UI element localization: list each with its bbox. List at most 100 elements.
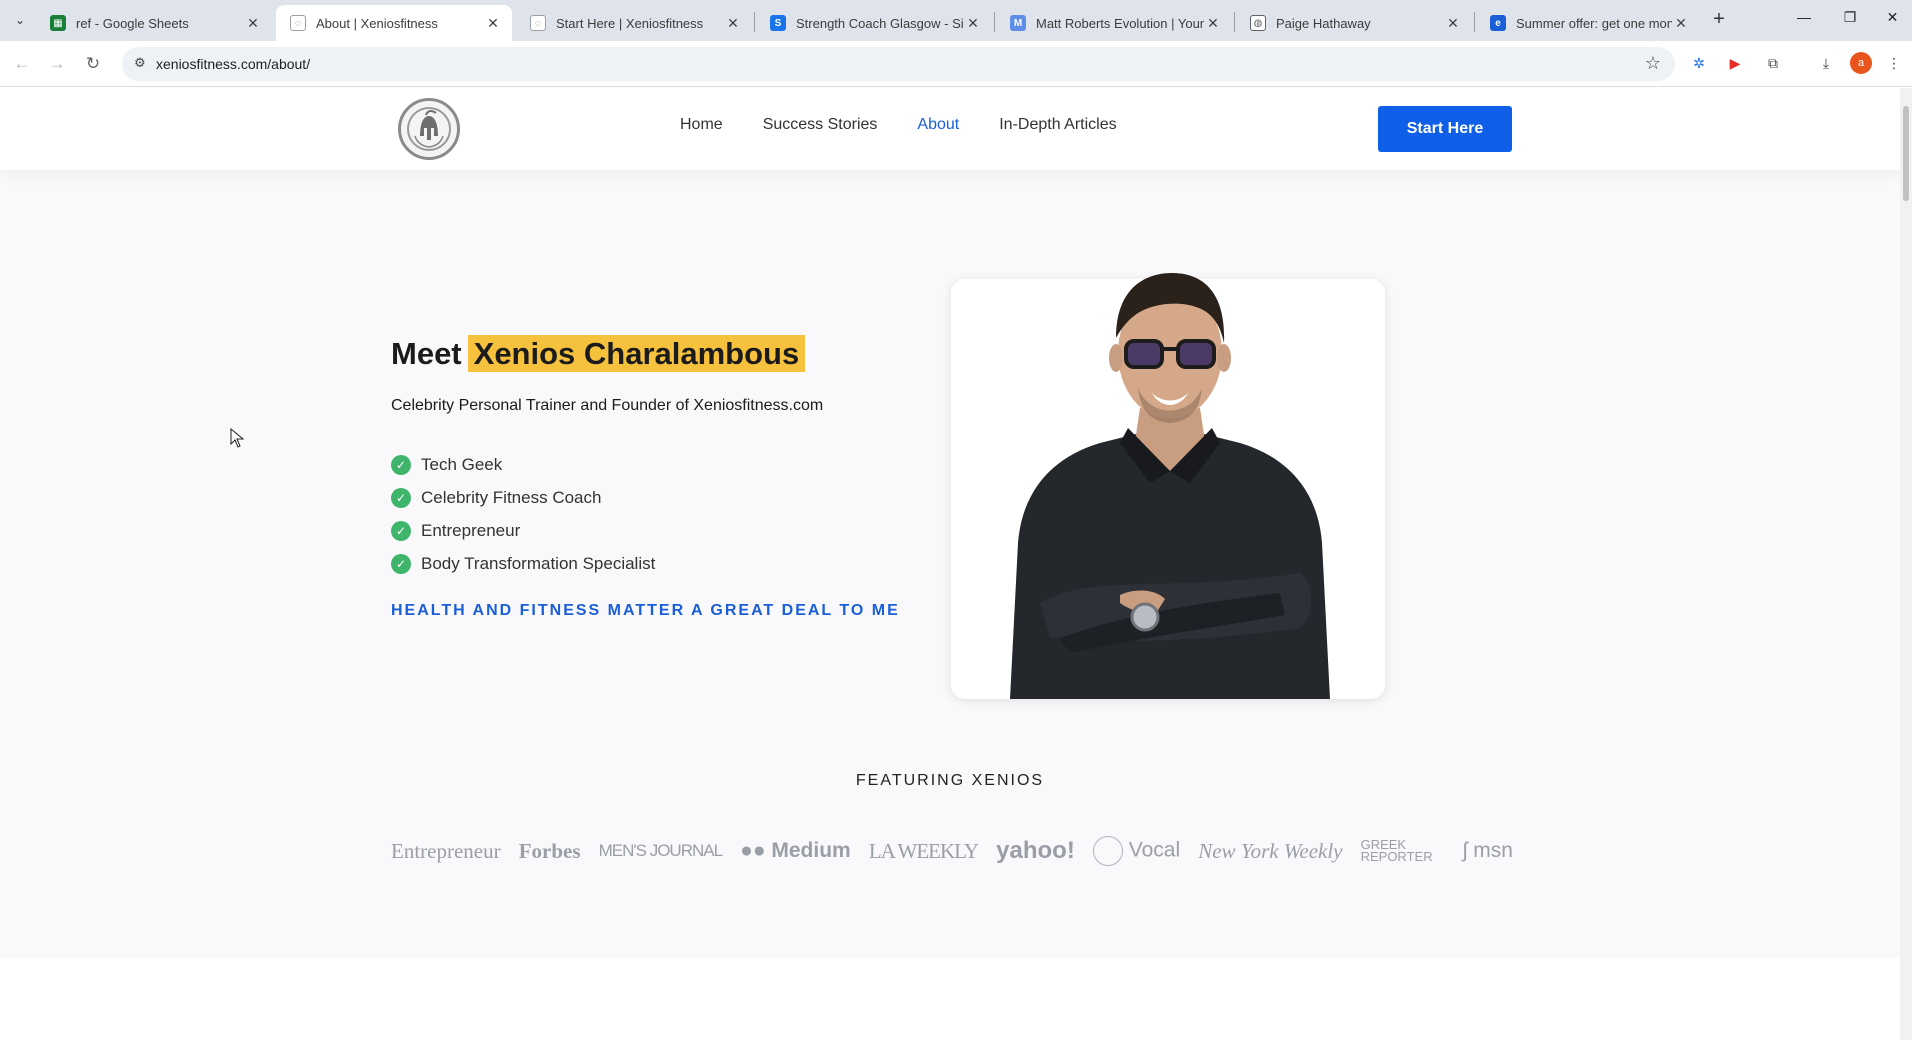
checkmark-icon: ✓ xyxy=(391,520,411,541)
tab-about-xeniosfitness[interactable]: ◌ About | Xeniosfitness ✕ xyxy=(276,5,512,41)
logo-medium: ●● Medium xyxy=(740,839,851,862)
close-icon[interactable]: ✕ xyxy=(964,15,982,32)
mouse-cursor-icon xyxy=(230,428,244,448)
tab-separator xyxy=(754,12,755,32)
plus-icon: + xyxy=(1713,8,1725,30)
checkmark-icon: ✓ xyxy=(391,454,411,475)
chevron-down-icon: ⌄ xyxy=(14,13,26,27)
hero-bullet-list: ✓ Tech Geek ✓ Celebrity Fitness Coach ✓ Ent… xyxy=(391,448,655,580)
list-item: ✓ Body Transformation Specialist xyxy=(391,547,655,580)
page-scrollbar[interactable] xyxy=(1900,88,1912,1040)
logo-mens-journal: MEN'S JOURNAL xyxy=(598,841,723,860)
site-header: Home Success Stories About In-Depth Arti… xyxy=(0,88,1900,170)
tab-summer-offer[interactable]: e Summer offer: get one month f ✕ xyxy=(1476,5,1700,41)
nav-link-home[interactable]: Home xyxy=(680,116,723,134)
site-logo[interactable] xyxy=(398,98,460,160)
back-button[interactable]: ← xyxy=(8,50,36,78)
site-info-icon[interactable]: ⚙ xyxy=(134,55,146,71)
arrow-left-icon: ← xyxy=(13,54,31,73)
bookmark-star-icon[interactable]: ☆ xyxy=(1645,53,1661,74)
close-icon[interactable]: ✕ xyxy=(244,15,262,32)
download-icon[interactable]: ⤓ xyxy=(1815,52,1837,74)
tab-search-button[interactable]: ⌄ xyxy=(8,8,32,32)
tab-paige-hathaway[interactable]: ◍ Paige Hathaway ✕ xyxy=(1236,5,1472,41)
logo-yahoo: yahoo! xyxy=(996,837,1075,864)
m-logo-icon: M xyxy=(1010,15,1026,31)
hero-title: Meet Xenios Charalambous xyxy=(391,335,806,372)
forward-button[interactable]: → xyxy=(43,50,71,78)
hero-title-prefix: Meet xyxy=(391,336,462,371)
scrollbar-thumb[interactable] xyxy=(1903,106,1909,201)
msn-butterfly-icon: ʃ xyxy=(1462,839,1468,862)
bullet-label: Entrepreneur xyxy=(421,520,521,540)
logo-msn: ʃ msn xyxy=(1462,839,1513,862)
nav-link-about[interactable]: About xyxy=(917,116,959,134)
s-logo-icon: S xyxy=(770,15,786,31)
featured-logos: Entrepreneur Forbes MEN'S JOURNAL ●● Med… xyxy=(391,836,1513,866)
featuring-heading: FEATURING XENIOS xyxy=(855,772,1045,789)
list-item: ✓ Tech Geek xyxy=(391,448,655,481)
hero-tagline: HEALTH AND FITNESS MATTER A GREAT DEAL T… xyxy=(391,602,900,619)
tab-matt-roberts[interactable]: M Matt Roberts Evolution | Young ✕ xyxy=(996,5,1232,41)
logo-greek-reporter: GREEK REPORTER xyxy=(1360,837,1433,864)
logo-new-york-weekly: New York Weekly xyxy=(1198,838,1343,863)
restore-icon: ❐ xyxy=(1843,8,1857,25)
nav-link-success-stories[interactable]: Success Stories xyxy=(763,116,878,134)
logo-la-weekly: LA WEEKLY xyxy=(868,838,979,863)
profile-avatar[interactable]: a xyxy=(1850,52,1872,74)
bullet-label: Body Transformation Specialist xyxy=(421,553,656,573)
menu-kebab-icon[interactable]: ⋮ xyxy=(1887,52,1901,74)
tab-strip: ⌄ ▦ ref - Google Sheets ✕ ◌ About | Xeni… xyxy=(0,0,1912,41)
checkmark-icon: ✓ xyxy=(391,487,411,508)
minimize-icon: — xyxy=(1797,9,1811,25)
list-item: ✓ Entrepreneur xyxy=(391,514,655,547)
vocal-circle-icon xyxy=(1092,836,1123,866)
globe-icon: ◍ xyxy=(1250,15,1266,31)
start-here-button[interactable]: Start Here xyxy=(1378,106,1512,152)
browser-toolbar: ← → ↻ ⚙ xeniosfitness.com/about/ ☆ ✲ ▶ ⧉… xyxy=(0,41,1912,87)
close-icon[interactable]: ✕ xyxy=(1672,15,1690,32)
address-bar[interactable]: ⚙ xeniosfitness.com/about/ ☆ xyxy=(122,47,1675,81)
logo-vocal: Vocal xyxy=(1092,836,1180,866)
close-icon[interactable]: ✕ xyxy=(1204,15,1222,32)
minimize-button[interactable]: — xyxy=(1781,0,1827,34)
bullet-label: Celebrity Fitness Coach xyxy=(421,487,602,507)
spartan-helmet-icon xyxy=(407,107,451,151)
hero-title-name: Xenios Charalambous xyxy=(467,335,806,372)
tab-separator xyxy=(1474,12,1475,32)
tab-strength-coach-glasgow[interactable]: S Strength Coach Glasgow - Simp ✕ xyxy=(756,5,992,41)
site-icon: ◌ xyxy=(530,15,546,31)
hero-subtitle: Celebrity Personal Trainer and Founder o… xyxy=(391,397,824,414)
reload-icon: ↻ xyxy=(85,54,101,73)
new-tab-button[interactable]: + xyxy=(1705,8,1733,32)
close-icon: ✕ xyxy=(1886,8,1899,25)
arrow-right-icon: → xyxy=(48,54,66,73)
extensions-puzzle-icon[interactable]: ⧉ xyxy=(1762,52,1784,74)
close-icon[interactable]: ✕ xyxy=(484,15,502,32)
offer-icon: e xyxy=(1490,15,1506,31)
restore-button[interactable]: ❐ xyxy=(1827,0,1873,34)
sheets-icon: ▦ xyxy=(50,15,66,31)
page-viewport: Home Success Stories About In-Depth Arti… xyxy=(0,88,1900,1040)
bullet-label: Tech Geek xyxy=(421,454,503,474)
main-navigation: Home Success Stories About In-Depth Arti… xyxy=(680,116,1157,134)
video-extension-icon[interactable]: ▶ xyxy=(1724,52,1746,74)
logo-forbes: Forbes xyxy=(518,838,581,863)
close-window-button[interactable]: ✕ xyxy=(1873,0,1912,34)
close-icon[interactable]: ✕ xyxy=(1444,15,1462,32)
nav-link-in-depth-articles[interactable]: In-Depth Articles xyxy=(999,116,1116,134)
portrait-photo xyxy=(1010,273,1330,699)
close-icon[interactable]: ✕ xyxy=(724,15,742,32)
site-icon: ◌ xyxy=(290,15,306,31)
tab-separator xyxy=(994,12,995,32)
next-section xyxy=(0,958,1900,1040)
extension-icon[interactable]: ✲ xyxy=(1688,52,1710,74)
list-item: ✓ Celebrity Fitness Coach xyxy=(391,481,655,514)
reload-button[interactable]: ↻ xyxy=(79,50,107,78)
tab-start-here[interactable]: ◌ Start Here | Xeniosfitness ✕ xyxy=(516,5,752,41)
tab-google-sheets[interactable]: ▦ ref - Google Sheets ✕ xyxy=(36,5,272,41)
logo-entrepreneur: Entrepreneur xyxy=(391,838,501,863)
url-text[interactable]: xeniosfitness.com/about/ xyxy=(156,56,310,72)
tab-separator xyxy=(1234,12,1235,32)
medium-dots-icon: ●● xyxy=(740,839,766,862)
